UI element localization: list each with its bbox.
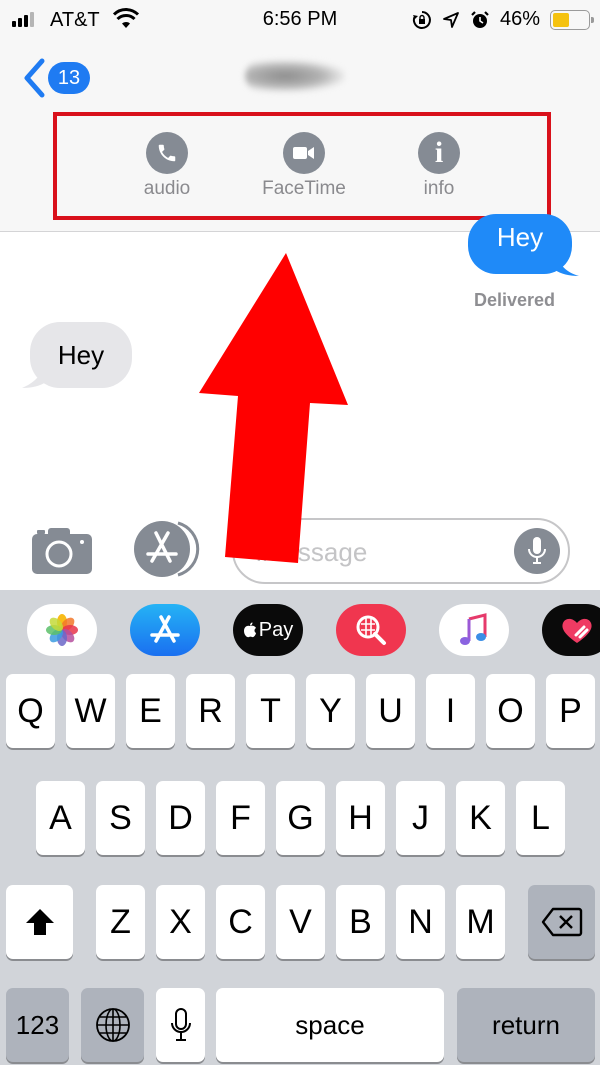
return-key[interactable]: return	[457, 988, 595, 1062]
alarm-icon	[471, 10, 489, 28]
incoming-bubble-tail	[22, 362, 46, 388]
key-a[interactable]: A	[36, 781, 85, 855]
space-key[interactable]: space	[216, 988, 444, 1062]
keyboard: Pay QWERTYUIOP ASDFGH J K L Z X C V B N …	[0, 590, 600, 1065]
key-x[interactable]: X	[156, 885, 205, 959]
key-o[interactable]: O	[486, 674, 535, 748]
conversation-header: AT&T 6:56 PM 46% 13 audio FaceTime i inf…	[0, 0, 600, 232]
battery-percent: 46%	[499, 8, 540, 30]
music-app-button[interactable]	[439, 604, 509, 656]
unread-count-badge: 13	[48, 62, 90, 94]
message-text: Hey	[57, 340, 105, 370]
globe-key[interactable]	[81, 988, 144, 1062]
back-button[interactable]: 13	[22, 58, 90, 98]
key-l[interactable]: L	[516, 781, 565, 855]
key-e[interactable]: E	[126, 674, 175, 748]
shift-icon	[25, 909, 54, 935]
shift-key[interactable]	[6, 885, 73, 959]
message-input-field[interactable]	[232, 518, 570, 584]
info-label: info	[423, 178, 455, 199]
key-q[interactable]: Q	[6, 674, 55, 748]
key-n[interactable]: N	[396, 885, 445, 959]
info-button[interactable]: i info	[379, 132, 499, 200]
digital-touch-app-button[interactable]	[542, 604, 600, 656]
key-b[interactable]: B	[336, 885, 385, 959]
message-text: Hey	[496, 222, 544, 252]
details-highlight-box: audio FaceTime i info	[53, 112, 551, 220]
key-v[interactable]: V	[276, 885, 325, 959]
key-t[interactable]: T	[246, 674, 295, 748]
imessage-app-strip: Pay	[0, 590, 600, 670]
delete-icon	[541, 907, 582, 937]
chevron-left-icon	[24, 58, 45, 98]
key-f[interactable]: F	[216, 781, 265, 855]
audio-call-button[interactable]: audio	[107, 132, 227, 200]
photos-app-button[interactable]	[27, 604, 97, 656]
delivery-status: Delivered	[474, 290, 556, 310]
key-p[interactable]: P	[546, 674, 595, 748]
video-camera-icon	[283, 132, 325, 174]
image-search-icon	[356, 615, 386, 645]
info-icon: i	[418, 132, 460, 174]
microphone-icon	[170, 1008, 191, 1041]
photos-icon	[46, 614, 78, 646]
key-w[interactable]: W	[66, 674, 115, 748]
battery-level	[553, 12, 569, 27]
key-u[interactable]: U	[366, 674, 415, 748]
battery-icon	[550, 9, 594, 30]
microphone-icon[interactable]	[514, 528, 560, 574]
delete-key[interactable]	[528, 885, 595, 959]
key-h[interactable]: H	[336, 781, 385, 855]
music-icon	[460, 613, 487, 645]
globe-icon	[95, 1008, 130, 1042]
key-d[interactable]: D	[156, 781, 205, 855]
key-m[interactable]: M	[456, 885, 505, 959]
key-z[interactable]: Z	[96, 885, 145, 959]
camera-icon[interactable]	[32, 528, 92, 574]
key-s[interactable]: S	[96, 781, 145, 855]
status-bar: AT&T 6:56 PM 46%	[0, 0, 600, 40]
facetime-label: FaceTime	[262, 178, 346, 199]
outgoing-bubble-tail	[555, 252, 579, 276]
app-store-icon	[150, 615, 180, 643]
key-r[interactable]: R	[186, 674, 235, 748]
image-search-app-button[interactable]	[336, 604, 406, 656]
message-input[interactable]	[256, 530, 516, 574]
key-y[interactable]: Y	[306, 674, 355, 748]
numbers-key[interactable]: 123	[6, 988, 69, 1062]
location-icon	[443, 11, 459, 28]
apple-pay-app-button[interactable]: Pay	[233, 604, 303, 656]
digital-touch-icon	[562, 618, 592, 643]
phone-icon	[146, 132, 188, 174]
app-store-app-button[interactable]	[130, 604, 200, 656]
key-k[interactable]: K	[456, 781, 505, 855]
dictation-key[interactable]	[156, 988, 205, 1062]
key-c[interactable]: C	[216, 885, 265, 959]
contact-name-blurred[interactable]	[245, 60, 345, 92]
rotation-lock-icon	[412, 10, 431, 29]
audio-label: audio	[143, 178, 191, 199]
key-j[interactable]: J	[396, 781, 445, 855]
app-store-icon[interactable]	[132, 521, 200, 577]
facetime-button[interactable]: FaceTime	[244, 132, 364, 200]
red-arrow-icon	[199, 253, 348, 563]
apple-pay-icon: Pay	[243, 619, 293, 642]
key-g[interactable]: G	[276, 781, 325, 855]
key-i[interactable]: I	[426, 674, 475, 748]
